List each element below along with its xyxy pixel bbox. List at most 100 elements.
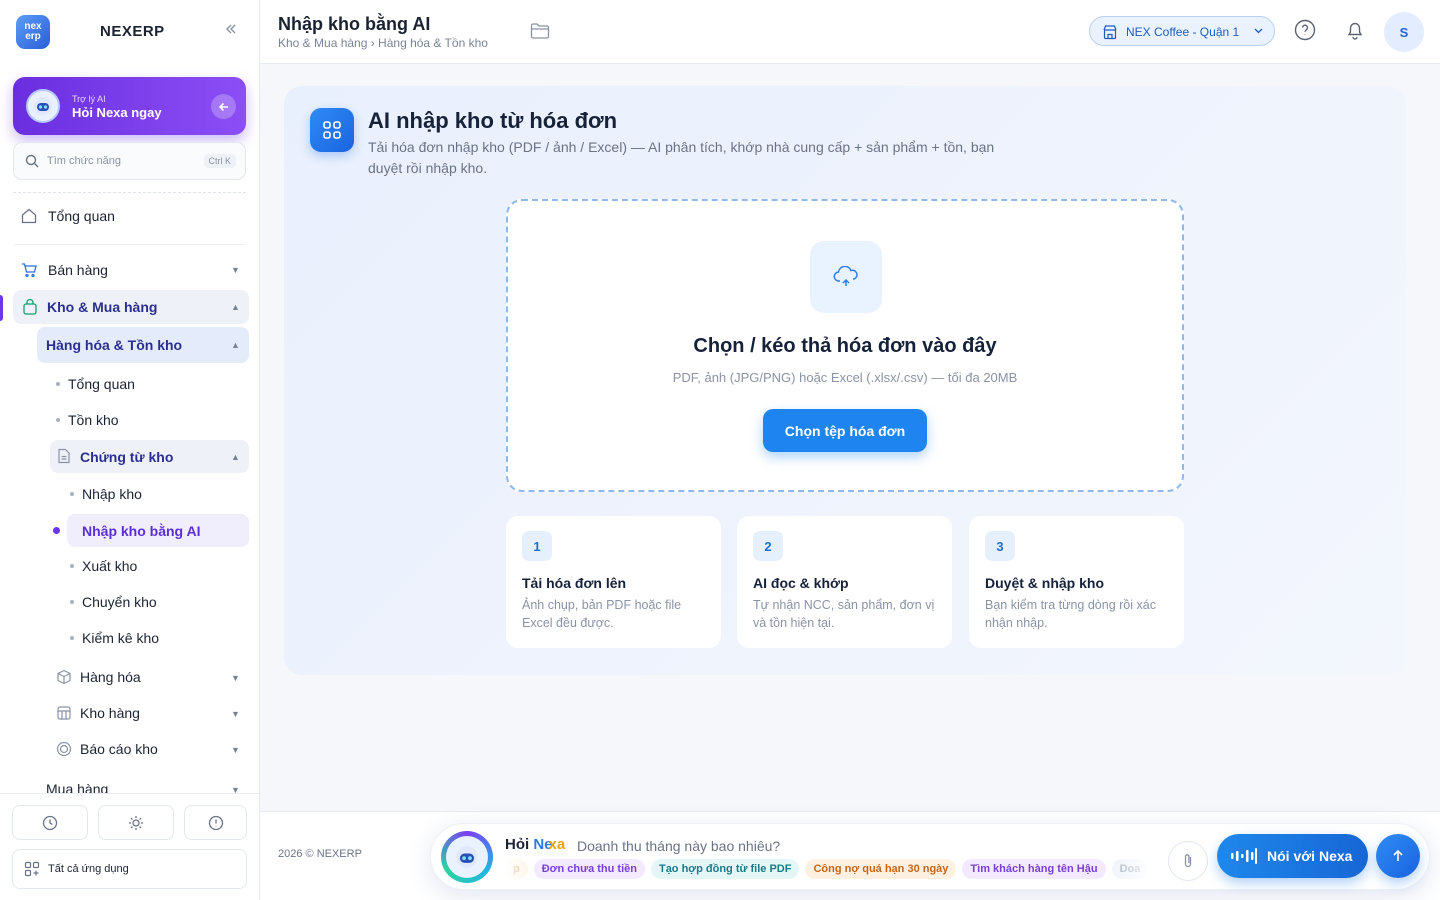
arrow-up-icon: [1393, 849, 1403, 861]
dropzone-title: Chọn / kéo thả hóa đơn vào đây: [693, 335, 997, 357]
sidebar-item-sales[interactable]: Bán hàng ▼: [20, 258, 246, 282]
sidebar-item-import-ai[interactable]: Nhập kho bằng AI: [67, 514, 249, 547]
cloud-upload-icon: [810, 241, 882, 313]
sidebar-item-goods[interactable]: Hàng hóa ▼: [56, 666, 246, 688]
panel-description: Tải hóa đơn nhập kho (PDF / ảnh / Excel)…: [368, 139, 995, 176]
suggestion-chip[interactable]: p: [505, 859, 528, 879]
step-card: 3 Duyệt & nhập kho Bạn kiểm tra từng dòn…: [969, 516, 1184, 648]
sidebar-item-label: Kho & Mua hàng: [47, 299, 158, 315]
send-button[interactable]: [1376, 834, 1420, 878]
sidebar-item-stocktake[interactable]: Kiểm kê kho: [82, 627, 242, 649]
sidebar-item-label: Tổng quan: [68, 376, 135, 392]
bullet: [56, 382, 60, 386]
user-avatar[interactable]: S: [1384, 12, 1424, 52]
brand[interactable]: nex erp NEXERP: [16, 15, 164, 49]
collapse-sidebar-icon[interactable]: [224, 22, 238, 36]
theme-toggle-button[interactable]: [98, 805, 174, 840]
chevron-up-icon: ▲: [231, 302, 240, 312]
all-apps-label: Tất cả ứng dụng: [48, 863, 129, 875]
bullet: [70, 636, 74, 640]
step-title: AI đọc & khớp: [753, 575, 849, 591]
nexa-avatar: [441, 831, 493, 883]
step-description: Bạn kiểm tra từng dòng rồi xác nhận nhập…: [985, 598, 1156, 630]
divider: [13, 192, 246, 193]
cart-icon: [22, 263, 37, 278]
sidebar-item-reports[interactable]: Báo cáo kho ▼: [56, 738, 246, 760]
sidebar-item-label: Nhập kho: [82, 486, 142, 502]
chevron-down-icon: ▼: [231, 265, 240, 275]
alert-button[interactable]: [184, 805, 247, 840]
talk-to-nexa-button[interactable]: Nói với Nexa: [1217, 834, 1368, 878]
sidebar-item-label: Chứng từ kho: [80, 449, 174, 465]
sidebar-item-warehouse[interactable]: Kho & Mua hàng ▲: [13, 290, 249, 324]
ai-card-subtitle: Trợ lý AI: [72, 94, 106, 104]
sidebar-item-sub-overview[interactable]: Tổng quan: [68, 373, 238, 395]
suggestion-chip[interactable]: Đơn chưa thu tiền: [533, 859, 645, 879]
chevron-down-icon: ▼: [231, 745, 240, 755]
apps-grid-icon: [24, 861, 40, 877]
box-icon: [57, 669, 71, 685]
warehouse-icon: [57, 706, 71, 720]
sidebar: nex erp NEXERP Trợ lý AI Hỏi Nexa ngay T…: [0, 0, 260, 900]
ai-assistant-card[interactable]: Trợ lý AI Hỏi Nexa ngay: [13, 77, 246, 135]
step-description: Ảnh chụp, bản PDF hoặc file Excel đều đư…: [522, 598, 682, 630]
bullet: [56, 418, 60, 422]
copyright: 2026 © NEXERP: [278, 848, 362, 860]
sidebar-bottom-tools: Tất cả ứng dụng: [0, 793, 259, 900]
sidebar-item-import[interactable]: Nhập kho: [82, 483, 242, 505]
arrow-left-icon[interactable]: [211, 94, 236, 119]
attach-button[interactable]: [1168, 841, 1208, 881]
search-icon: [25, 154, 39, 168]
home-icon: [21, 208, 37, 224]
chevron-down-icon: [1254, 28, 1263, 34]
step-number: 3: [985, 531, 1015, 561]
sidebar-item-label: Xuất kho: [82, 558, 138, 574]
bell-icon[interactable]: [1344, 19, 1366, 41]
waveform-icon: [1231, 848, 1257, 864]
sidebar-item-label: Báo cáo kho: [80, 741, 158, 757]
report-icon: [56, 741, 72, 757]
robot-icon: [456, 846, 478, 868]
nexa-chat-bar[interactable]: Hỏi Nexa Doanh thu tháng này bao nhiêu? …: [430, 823, 1430, 890]
paperclip-icon: [1184, 854, 1192, 868]
panel-title: AI nhập kho từ hóa đơn: [368, 108, 618, 133]
choose-invoice-button[interactable]: Chọn tệp hóa đơn: [763, 409, 927, 452]
sidebar-item-transfer[interactable]: Chuyển kho: [82, 591, 242, 613]
folder-icon[interactable]: [530, 22, 550, 40]
ai-scan-icon: [310, 108, 354, 152]
step-card: 1 Tải hóa đơn lên Ảnh chụp, bản PDF hoặc…: [506, 516, 721, 648]
all-apps-button[interactable]: Tất cả ứng dụng: [12, 849, 247, 889]
brand-name: NEXERP: [100, 23, 165, 40]
divider: [13, 244, 246, 245]
sidebar-item-overview[interactable]: Tổng quan: [20, 204, 246, 228]
talk-button-label: Nói với Nexa: [1267, 848, 1353, 864]
alert-circle-icon: [208, 815, 223, 830]
suggestion-chip[interactable]: Công nợ quá hạn 30 ngày: [805, 859, 957, 879]
chat-input[interactable]: Doanh thu tháng này bao nhiêu?: [577, 838, 780, 854]
sidebar-item-goods-stock[interactable]: Hàng hóa & Tồn kho ▲: [37, 327, 249, 363]
history-button[interactable]: [12, 805, 88, 840]
sidebar-item-stock[interactable]: Tồn kho: [68, 409, 238, 431]
clock-icon: [42, 815, 58, 830]
document-icon: [58, 448, 70, 464]
store-selector[interactable]: NEX Coffee - Quận 1: [1089, 16, 1275, 46]
suggestion-chip[interactable]: Tạo hợp đồng từ file PDF: [650, 859, 800, 879]
sidebar-search[interactable]: Tìm chức năng Ctrl K: [13, 142, 246, 180]
help-icon[interactable]: [1294, 19, 1316, 41]
sidebar-item-label: Tồn kho: [68, 412, 119, 428]
sidebar-item-storehouse[interactable]: Kho hàng ▼: [56, 702, 246, 724]
ai-import-panel: AI nhập kho từ hóa đơn Tải hóa đơn nhập …: [284, 86, 1406, 675]
bullet: [70, 600, 74, 604]
store-name: NEX Coffee - Quận 1: [1126, 25, 1240, 39]
invoice-dropzone[interactable]: Chọn / kéo thả hóa đơn vào đây PDF, ảnh …: [506, 199, 1184, 492]
suggestion-chip[interactable]: Tìm khách hàng tên Hậu: [962, 859, 1106, 879]
breadcrumb[interactable]: Kho & Mua hàng › Hàng hóa & Tồn kho: [278, 36, 488, 50]
page-title: Nhập kho bằng AI: [278, 14, 431, 34]
active-bullet: [53, 527, 60, 534]
suggestion-chip[interactable]: Doa: [1111, 859, 1149, 879]
step-title: Tải hóa đơn lên: [522, 575, 627, 591]
chevron-down-icon: ▼: [231, 673, 240, 683]
sidebar-item-export[interactable]: Xuất kho: [82, 555, 242, 577]
sidebar-item-label: Hàng hóa: [80, 669, 141, 685]
sidebar-item-vouchers[interactable]: Chứng từ kho ▲: [50, 440, 249, 473]
